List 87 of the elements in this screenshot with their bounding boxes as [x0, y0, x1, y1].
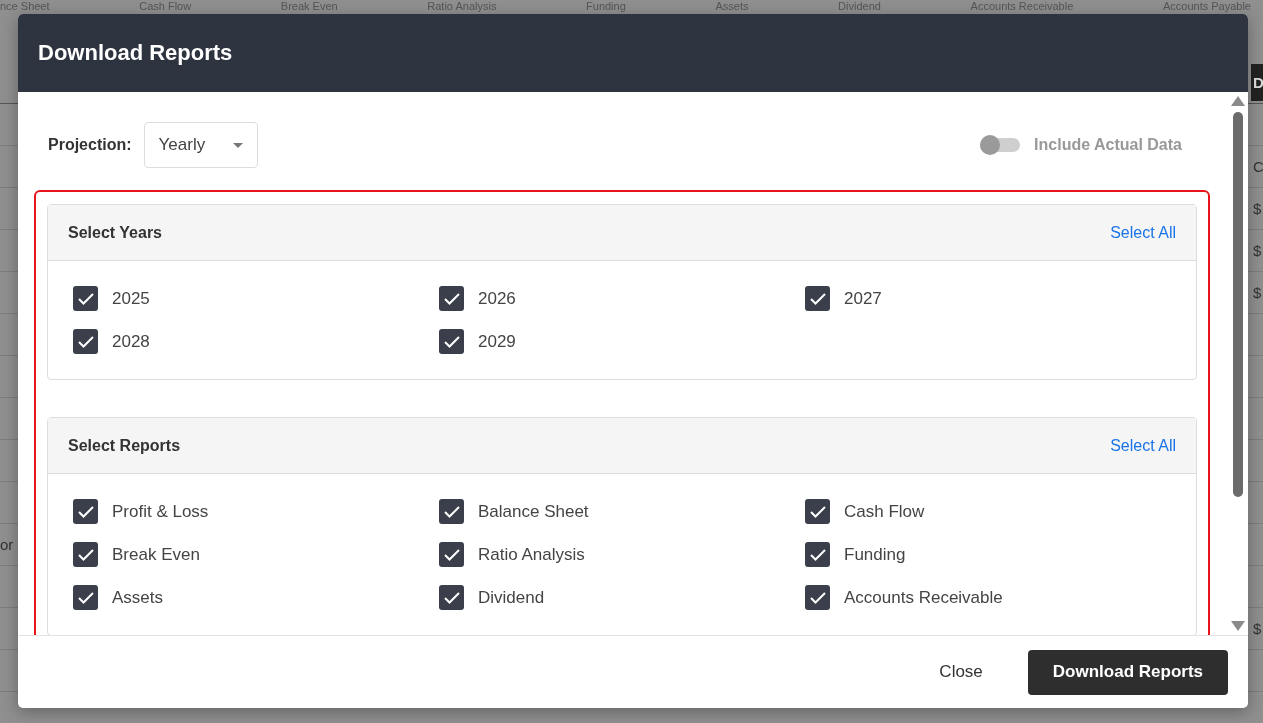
background-tab-label: Funding: [586, 0, 626, 12]
checkbox[interactable]: [805, 499, 830, 524]
section-title: Select Reports: [68, 436, 181, 455]
option-checkbox[interactable]: Cash Flow: [805, 499, 1171, 524]
background-tab-label: Break Even: [280, 0, 338, 12]
option-label: 2025: [112, 288, 150, 309]
check-icon: [443, 335, 460, 348]
check-icon: [77, 292, 94, 305]
option-checkbox[interactable]: 2027: [805, 286, 1171, 311]
background-tab-label: Cash Flow: [139, 0, 192, 12]
option-label: Accounts Receivable: [844, 587, 1003, 608]
include-actual-toggle[interactable]: [980, 138, 1021, 152]
checkbox[interactable]: [439, 286, 464, 311]
background-cell-text: $: [1252, 620, 1263, 637]
option-checkbox[interactable]: 2028: [73, 329, 439, 354]
background-cell-text: or: [0, 536, 15, 553]
check-icon: [443, 292, 460, 305]
check-icon: [809, 505, 826, 518]
background-tab-label: nce Sheet: [0, 0, 50, 12]
close-button[interactable]: Close: [914, 649, 1008, 695]
option-checkbox[interactable]: Break Even: [73, 542, 439, 567]
option-checkbox[interactable]: Balance Sheet: [439, 499, 805, 524]
option-label: 2029: [478, 331, 516, 352]
select-all-link[interactable]: Select All: [1110, 436, 1176, 455]
checkbox[interactable]: [805, 542, 830, 567]
option-label: Cash Flow: [844, 501, 925, 522]
dialog-title: Download Reports: [38, 40, 233, 66]
section-title: Select Years: [68, 223, 162, 242]
option-label: Balance Sheet: [478, 501, 589, 522]
background-tab-label: Accounts Receivable: [970, 0, 1074, 12]
option-label: Dividend: [478, 587, 545, 608]
projection-select[interactable]: Yearly: [143, 122, 259, 168]
check-icon: [809, 548, 826, 561]
checkbox[interactable]: [73, 286, 98, 311]
option-label: 2026: [478, 288, 516, 309]
checkbox[interactable]: [805, 286, 830, 311]
option-checkbox[interactable]: Ratio Analysis: [439, 542, 805, 567]
option-label: Break Even: [112, 544, 200, 565]
checkbox[interactable]: [439, 329, 464, 354]
caret-icon: [233, 142, 244, 148]
check-icon: [443, 591, 460, 604]
option-checkbox[interactable]: Profit & Loss: [73, 499, 439, 524]
option-checkbox[interactable]: 2026: [439, 286, 805, 311]
projection-label: Projection:: [48, 136, 132, 154]
checkbox[interactable]: [439, 542, 464, 567]
background-tab-label: Ratio Analysis: [427, 0, 497, 12]
checkbox[interactable]: [73, 499, 98, 524]
option-label: Ratio Analysis: [478, 544, 585, 565]
scroll-down-icon[interactable]: [1231, 621, 1245, 631]
background-header: D: [1251, 64, 1263, 101]
check-icon: [77, 505, 94, 518]
option-label: Funding: [844, 544, 906, 565]
checkbox[interactable]: [805, 585, 830, 610]
option-label: 2028: [112, 331, 150, 352]
check-icon: [77, 591, 94, 604]
background-tab-label: Accounts Payable: [1162, 0, 1251, 12]
select-all-link[interactable]: Select All: [1110, 223, 1176, 242]
checkbox[interactable]: [73, 585, 98, 610]
checkbox[interactable]: [439, 499, 464, 524]
toggle-label: Include Actual Data: [1034, 136, 1182, 154]
check-icon: [809, 591, 826, 604]
background-cell-text: $: [1252, 242, 1263, 259]
scroll-up-icon[interactable]: [1231, 96, 1245, 106]
check-icon: [77, 548, 94, 561]
background-cell-text: $: [1252, 284, 1263, 301]
background-cell-text: C: [1252, 158, 1263, 175]
option-label: Assets: [112, 587, 164, 608]
scrollbar-thumb[interactable]: [1233, 112, 1243, 497]
option-label: Profit & Loss: [112, 501, 209, 522]
option-checkbox[interactable]: 2025: [73, 286, 439, 311]
background-tab-label: Dividend: [838, 0, 881, 12]
background-tab-label: Assets: [715, 0, 749, 12]
checkbox[interactable]: [73, 329, 98, 354]
option-checkbox[interactable]: Funding: [805, 542, 1171, 567]
background-cell-text: $: [1252, 200, 1263, 217]
check-icon: [809, 292, 826, 305]
option-checkbox[interactable]: 2029: [439, 329, 805, 354]
option-checkbox[interactable]: Dividend: [439, 585, 805, 610]
option-checkbox[interactable]: Accounts Receivable: [805, 585, 1171, 610]
check-icon: [77, 335, 94, 348]
option-checkbox[interactable]: Assets: [73, 585, 439, 610]
check-icon: [443, 505, 460, 518]
check-icon: [443, 548, 460, 561]
checkbox[interactable]: [439, 585, 464, 610]
option-label: 2027: [844, 288, 882, 309]
download-button[interactable]: Download Reports: [1027, 649, 1228, 695]
checkbox[interactable]: [73, 542, 98, 567]
